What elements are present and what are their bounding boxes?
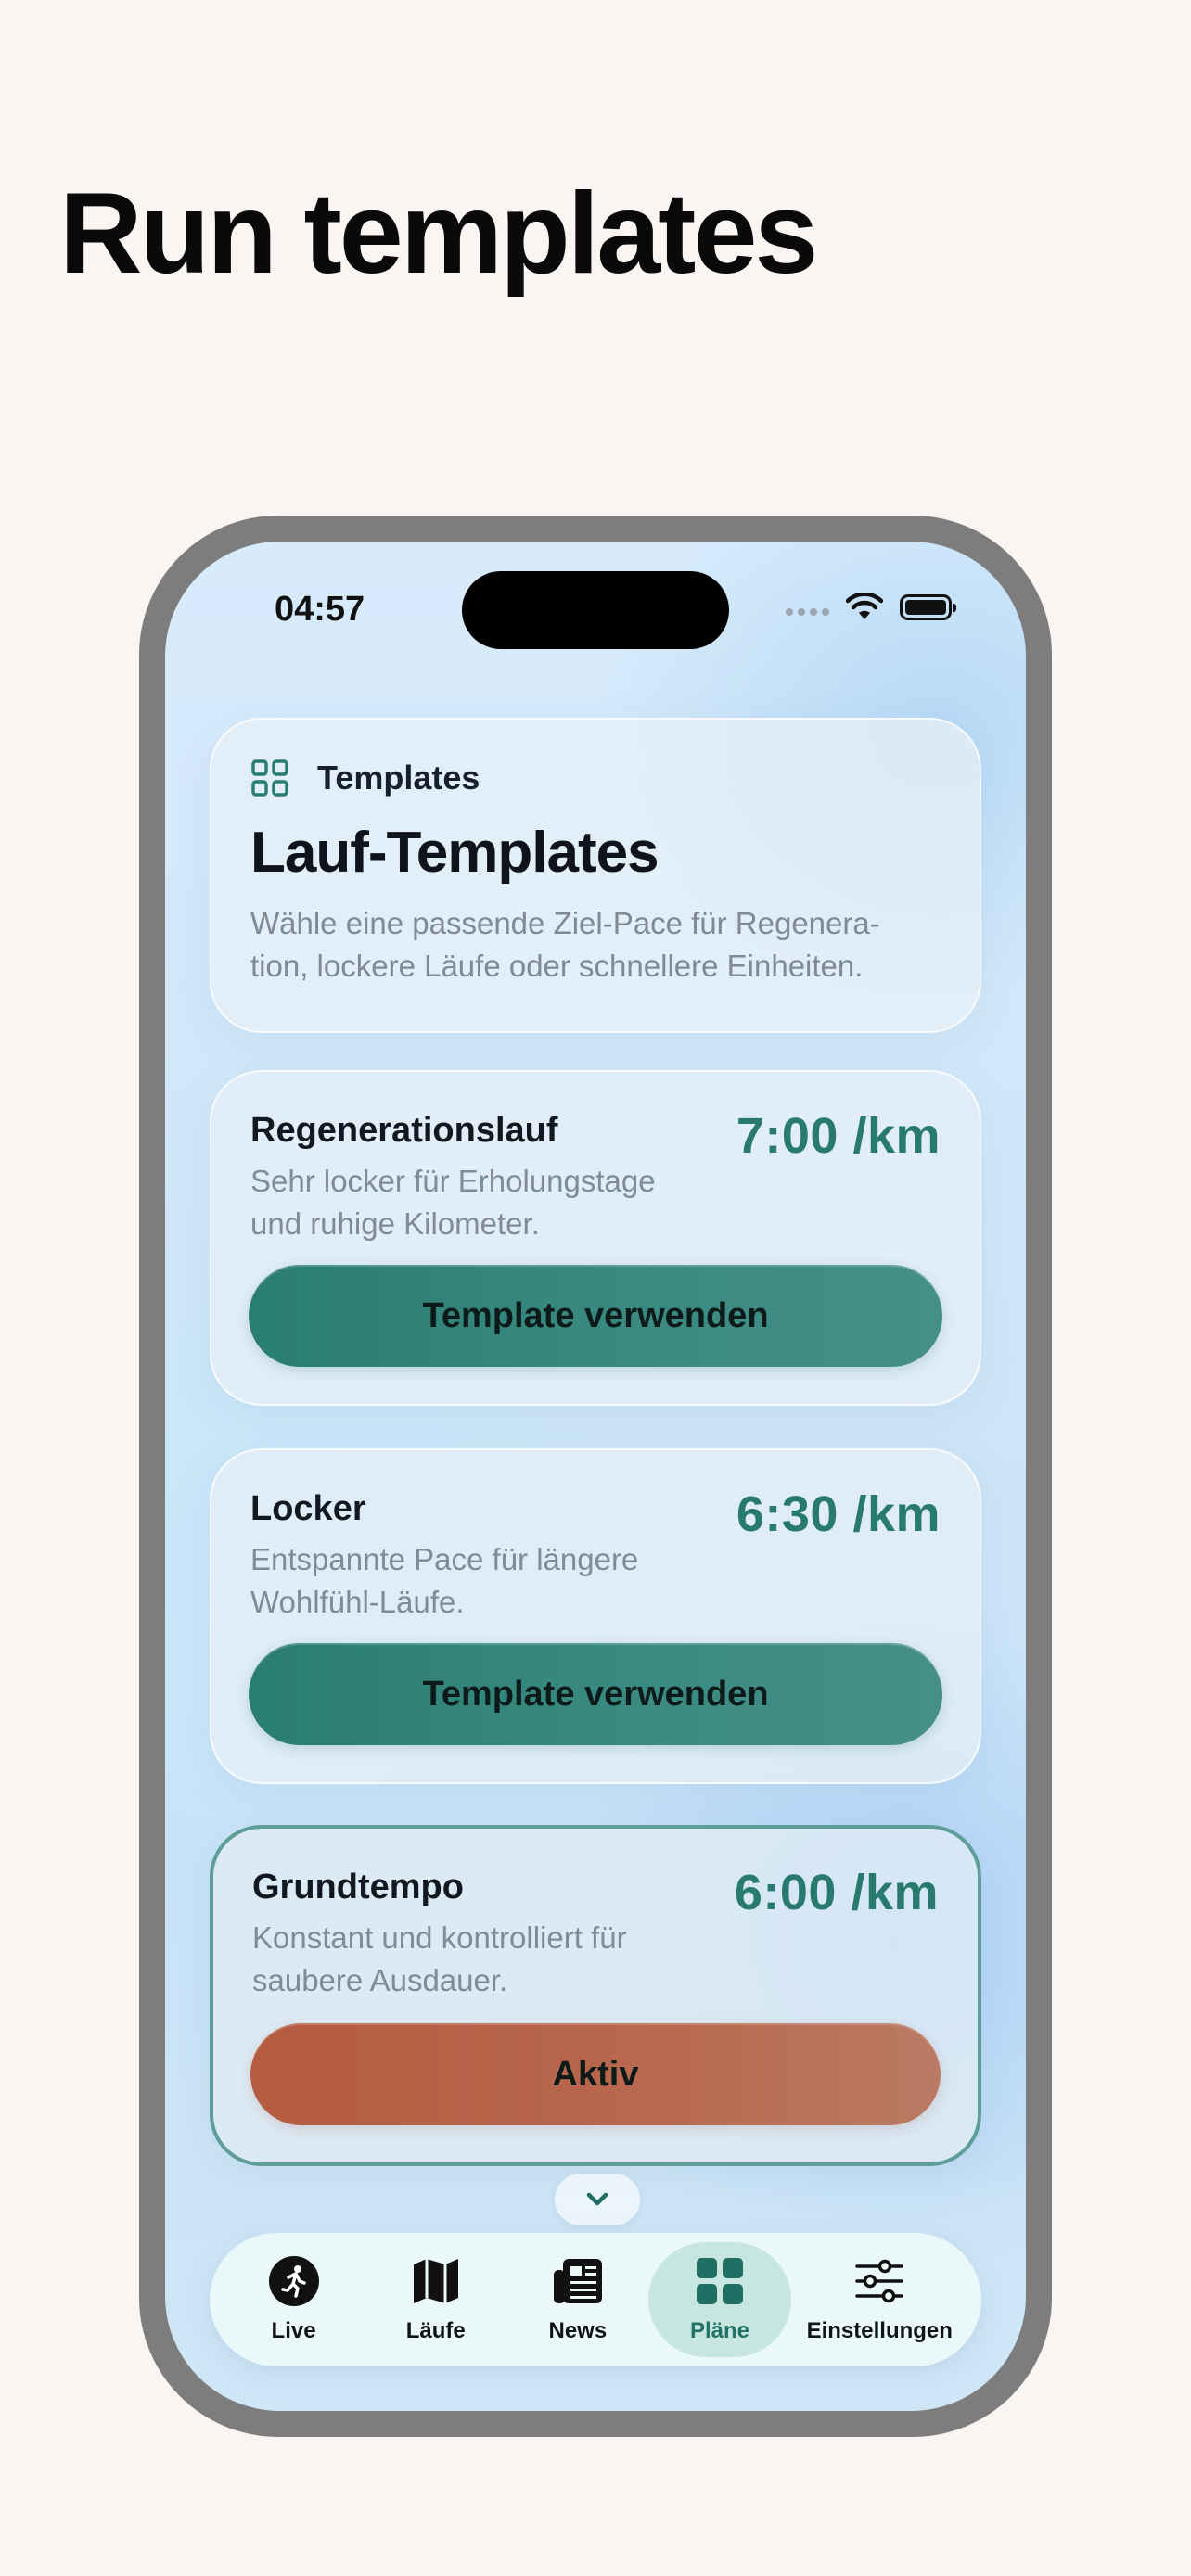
tab-label: Live [271, 2318, 316, 2343]
template-card-regenerationslauf: Regenerationslauf Sehr locker für Erholu… [210, 1070, 981, 1406]
status-time: 04:57 [275, 590, 365, 629]
template-name: Regenerationslauf [250, 1111, 558, 1150]
template-description: Entspannte Pace für längere Wohlfühl-Läu… [250, 1542, 639, 1619]
tab-label: Läufe [405, 2318, 466, 2343]
page-title: Lauf-Templates [250, 821, 660, 885]
grid-icon [696, 2258, 743, 2304]
template-name: Grundtempo [252, 1868, 464, 1906]
kicker-label: Templates [317, 759, 480, 797]
tab-bar: Live Läufe News Pläne Einstellungen [210, 2233, 981, 2366]
page-description: Wähle eine passende Ziel-Pace für Regene… [250, 906, 880, 983]
template-card-locker: Locker Entspannte Pace für längere Wohlf… [210, 1448, 981, 1784]
signal-icon [786, 608, 829, 616]
tab-laeufe[interactable]: Läufe [365, 2242, 506, 2357]
use-template-button[interactable]: Template verwenden [249, 1265, 942, 1367]
tab-einstellungen[interactable]: Einstellungen [791, 2242, 968, 2357]
tab-label: Einstellungen [806, 2318, 953, 2343]
templates-header-card: Templates Lauf-Templates Wähle eine pass… [210, 718, 981, 1033]
battery-icon [900, 594, 956, 620]
tab-label: News [548, 2318, 608, 2343]
tab-news[interactable]: News [506, 2242, 648, 2357]
template-description: Konstant und kontrolliert für saubere Au… [252, 1920, 627, 1997]
status-icons [786, 593, 956, 621]
page-headline: Run templates [59, 170, 818, 298]
template-pace: 7:00 /km [736, 1108, 941, 1164]
phone-frame: 04:57 Templates Lauf-Templates Wähle ein… [139, 516, 1052, 2437]
active-template-button[interactable]: Aktiv [250, 2023, 941, 2125]
phone-screen: 04:57 Templates Lauf-Templates Wähle ein… [165, 542, 1026, 2411]
chevron-down-icon [586, 2192, 608, 2206]
use-template-button[interactable]: Template verwenden [249, 1643, 942, 1745]
wifi-icon [846, 593, 883, 619]
templates-kicker: Templates [250, 759, 941, 797]
template-name: Locker [250, 1489, 366, 1528]
map-icon [413, 2259, 458, 2303]
sliders-icon [855, 2259, 904, 2303]
scroll-down-button[interactable] [555, 2174, 640, 2225]
newspaper-icon [553, 2259, 602, 2303]
dynamic-island [462, 571, 729, 649]
template-description: Sehr locker für Erholungstage und ruhige… [250, 1164, 656, 1241]
tab-plaene[interactable]: Pläne [648, 2242, 791, 2357]
runner-icon [268, 2256, 319, 2306]
tab-label: Pläne [689, 2318, 749, 2343]
grid-icon [251, 759, 288, 797]
tab-live[interactable]: Live [223, 2242, 365, 2357]
template-pace: 6:00 /km [734, 1865, 939, 1920]
template-card-grundtempo: Grundtempo Konstant und kontrolliert für… [210, 1825, 981, 2166]
template-pace: 6:30 /km [736, 1486, 941, 1542]
